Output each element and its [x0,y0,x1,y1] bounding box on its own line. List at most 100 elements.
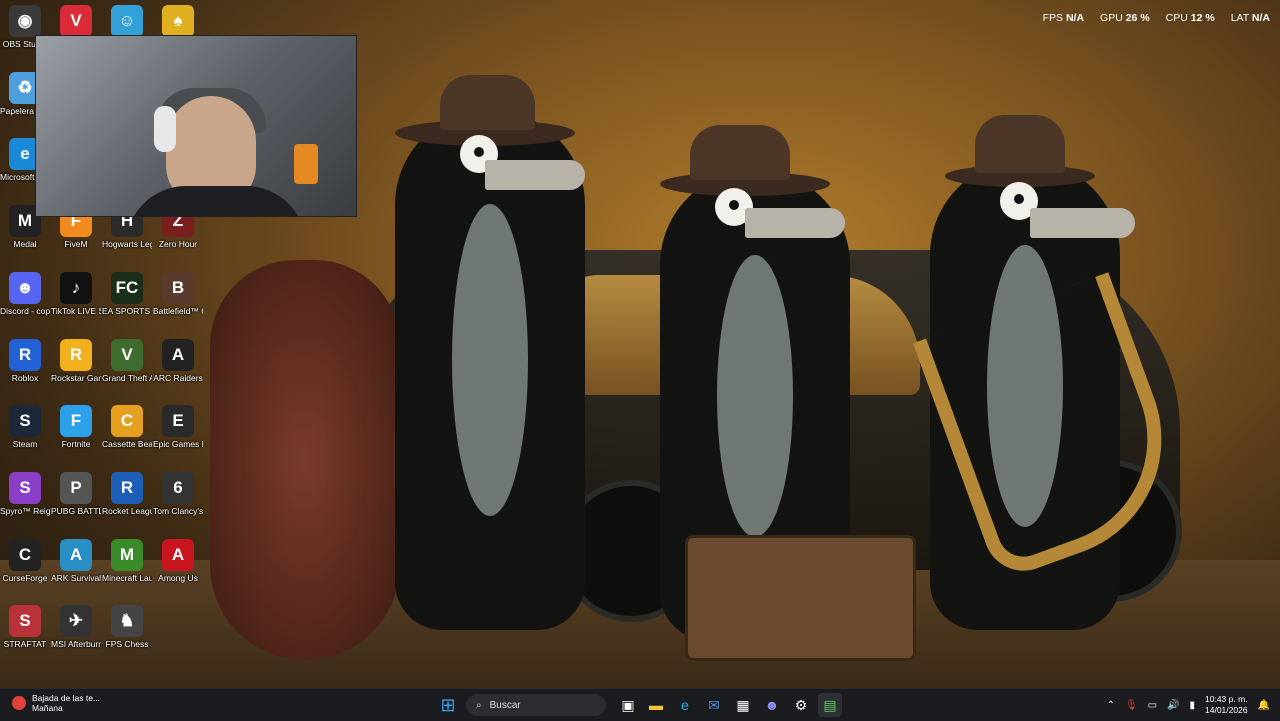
wallpaper-beak [485,160,585,190]
desktop-icon-label: Fortnite [61,439,91,450]
desktop-icon-label: STRAFTAT [3,639,47,650]
app-icon: FC [111,271,143,304]
wallpaper-hat [975,115,1065,173]
desktop-icon-label: Discord - copia [0,305,50,316]
desktop-icon-label: CurseForge [2,572,48,583]
desktop-icon-label: Roblox [11,372,39,383]
desktop-icon-label: Zero Hour [158,239,198,250]
settings-icon[interactable]: ⚙ [789,693,813,717]
desktop-icon[interactable]: V [51,5,101,39]
desktop-icon[interactable]: AARK Survival Ascended [51,538,101,583]
desktop-icon-label: Minecraft Launcher [102,572,152,583]
chevron-up-icon[interactable]: ⌃ [1106,700,1114,711]
desktop-icon-label: Steam [12,439,38,450]
desktop-icon[interactable]: RRockstar Games ... [51,338,101,383]
desktop-icon-label: Spyro™ Reignit... [0,505,50,516]
desktop-icon-label: TikTok LIVE Studio [51,305,101,316]
desktop-icon[interactable]: CCassette Beasts [102,405,152,449]
terminal-icon[interactable]: ▤ [818,693,842,717]
microphone-icon[interactable]: 🎙 [1125,700,1138,711]
edge-icon[interactable]: e [673,693,697,717]
discord-icon[interactable]: ☻ [760,693,784,717]
system-tray: ⌃ 🎙 ▭ 🔊 ▮ 10:43 p. m. 14/01/2026 🔔 [1106,693,1270,717]
app-icon: S [9,605,41,638]
desktop-icon[interactable]: F Fortnite [51,405,101,449]
desktop-icon[interactable]: MMinecraft Launcher [102,538,152,583]
desktop-icon[interactable]: FCEA SPORTS FC 25 [102,271,152,316]
battery-icon[interactable]: ▮ [1189,700,1195,711]
app-icon: E [162,405,194,438]
app-icon: ☻ [9,271,41,304]
desktop-icon[interactable]: PPUBG BATTLEGR... [51,471,101,516]
desktop-icon-label: ARC Raiders [153,372,203,383]
desktop-icon-label: Grand Theft Auto V Le... [102,372,152,383]
cpu-stat: CPU 12 % [1165,12,1215,24]
network-icon[interactable]: ▭ [1148,700,1157,711]
store-icon[interactable]: ▦ [731,693,755,717]
app-icon: ♠ [162,5,194,37]
app-icon: R [111,471,143,504]
mail-icon[interactable]: ✉ [702,693,726,717]
desktop-icon-label: Rockstar Games ... [51,372,101,383]
app-icon: V [60,5,92,37]
app-icon: S [9,471,41,504]
desktop-icon-label: EA SPORTS FC 25 [102,305,152,316]
taskbar-notification[interactable]: Bajada de las te... Mañana [12,693,100,713]
desktop-icon[interactable]: C CurseForge [0,538,50,583]
desktop-icon[interactable]: EEpic Games Launcher [153,405,203,449]
desktop-icon[interactable]: 6Tom Clancy's Rainbow Si... [153,471,203,516]
app-icon: ☺ [111,5,143,37]
notification-bell-icon[interactable]: 🔔 [1258,700,1270,711]
app-icon: A [60,538,92,571]
notification-subtitle: Mañana [32,703,63,713]
notification-icon [12,696,26,710]
search-placeholder: Buscar [489,699,521,711]
wallpaper-suitcase [685,535,916,661]
desktop-icon[interactable]: RRocket League® [102,471,152,516]
desktop-icon-label: PUBG BATTLEGR... [51,505,101,516]
app-icon: R [60,338,92,371]
desktop-icon[interactable]: ✈MSI Afterburner [51,605,101,649]
desktop-icon-label: ARK Survival Ascended [51,572,101,583]
app-icon: B [162,271,194,304]
desktop-icon[interactable]: S Steam [0,405,50,449]
app-icon: A [162,538,194,571]
search-icon: ⌕ [476,699,482,711]
desktop-icon[interactable]: ☺ [102,5,152,39]
wallpaper-beak [1030,208,1135,238]
desktop-icon-label: Battlefield™ 6 [153,305,203,316]
app-icon: R [9,338,41,371]
desktop-icon[interactable]: A ARC Raiders [153,338,203,383]
clock-date: 14/01/2026 [1205,705,1248,715]
task-view-icon[interactable]: ▣ [616,693,640,717]
wallpaper-hat [440,75,535,130]
desktop-icon[interactable]: S STRAFTAT [0,605,50,649]
desktop-icon[interactable]: ♠ [153,5,203,39]
app-icon: ◉ [9,5,41,37]
performance-overlay: FPS N/A GPU 26 % CPU 12 % LAT N/A [1043,12,1270,24]
fps-stat: FPS N/A [1042,12,1085,24]
desktop-icon[interactable]: VGrand Theft Auto V Le... [102,338,152,383]
desktop-icon[interactable]: A Among Us [153,538,203,583]
file-explorer-icon[interactable]: ▬ [644,693,668,717]
desktop-icon[interactable]: ♞ FPS Chess [102,605,152,649]
desktop-icon[interactable]: B Battlefield™ 6 [153,271,203,316]
desktop-icon[interactable]: ☻Discord - copia [0,271,50,316]
app-icon: P [60,471,92,504]
windows-start-icon[interactable]: ⊞ [436,693,460,717]
desktop-icon-label: FPS Chess [105,639,149,650]
app-icon: C [9,538,41,571]
wallpaper-hat [690,125,790,180]
desktop-icon[interactable]: SSpyro™ Reignit... [0,471,50,516]
clock[interactable]: 10:43 p. m. 14/01/2026 [1205,694,1248,716]
taskbar: Bajada de las te... Mañana ⊞ ⌕ Buscar ▣ … [0,688,1280,721]
volume-icon[interactable]: 🔊 [1167,700,1179,711]
desktop-icon[interactable]: ♪TikTok LIVE Studio [51,271,101,316]
desktop-icon[interactable]: R Roblox [0,338,50,383]
desktop-icon-label: Hogwarts Legacy [102,239,152,250]
desktop-icon-label: MSI Afterburner [51,639,101,650]
wallpaper-beak [745,208,845,238]
search-box[interactable]: ⌕ Buscar [466,694,606,716]
app-icon: F [60,405,92,438]
clock-time: 10:43 p. m. [1205,694,1248,704]
